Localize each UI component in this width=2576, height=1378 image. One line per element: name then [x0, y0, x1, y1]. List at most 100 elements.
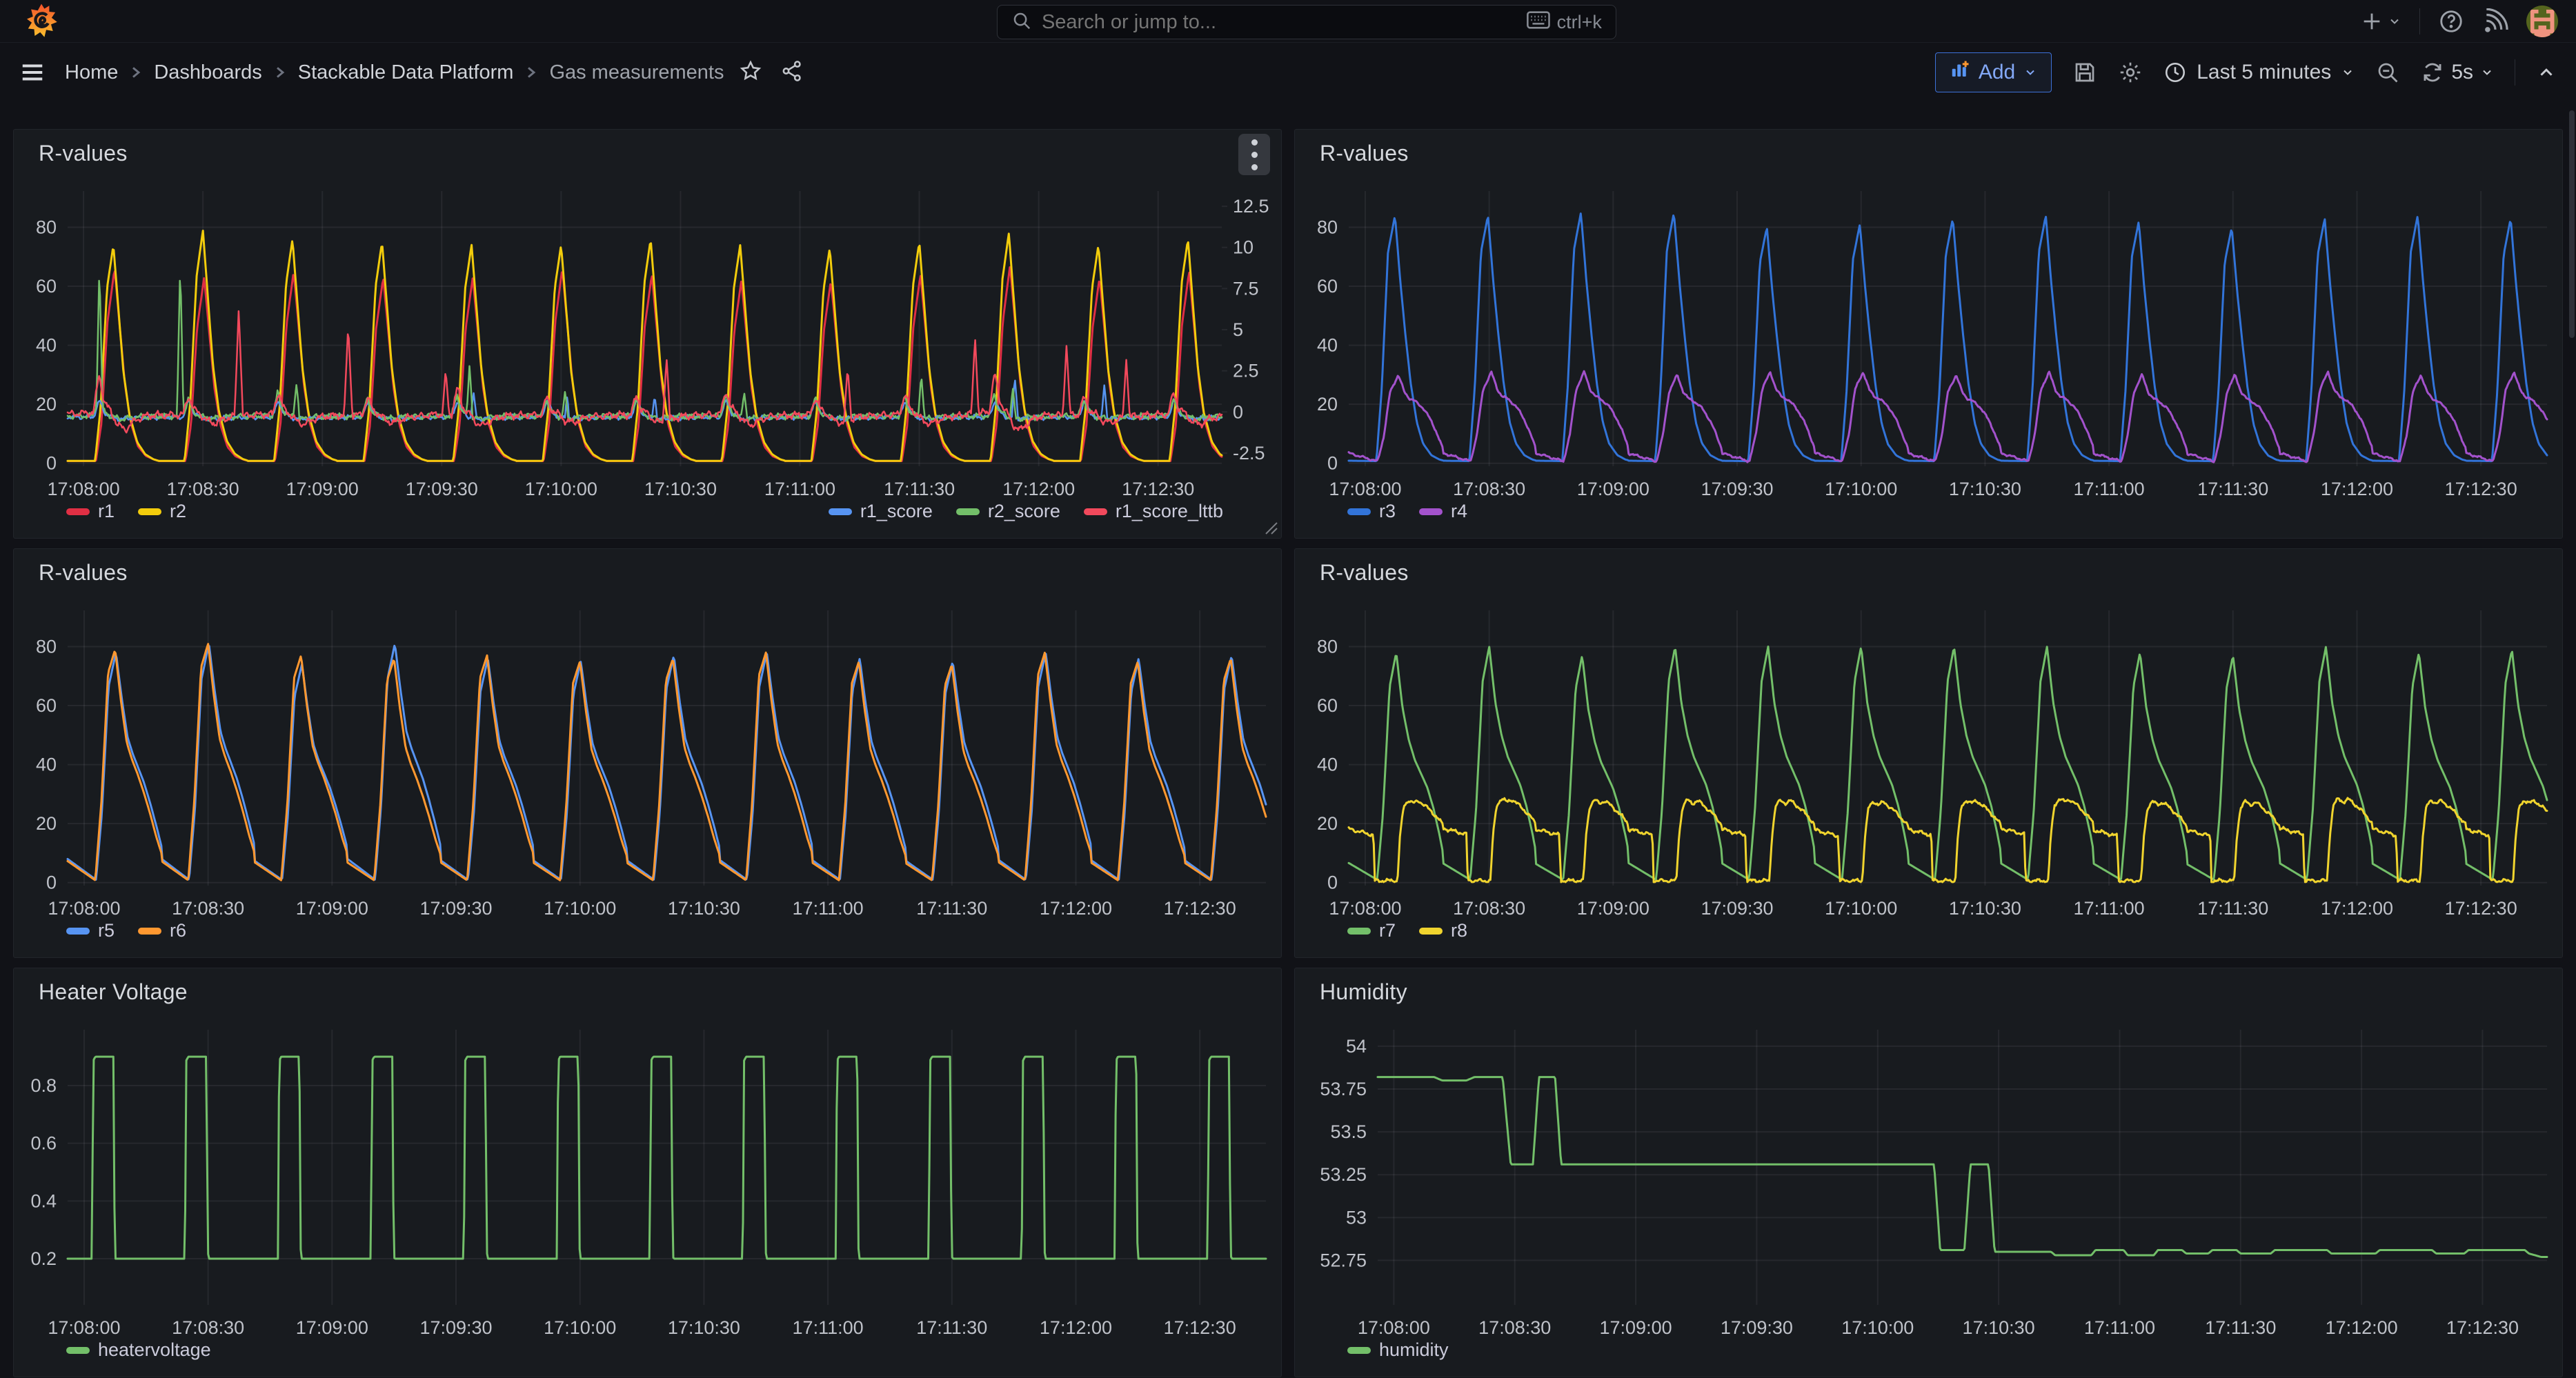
svg-text:17:10:30: 17:10:30 — [1949, 898, 2021, 919]
breadcrumb-dashboards[interactable]: Dashboards — [154, 61, 261, 84]
legend-item-r1_score_lttb[interactable]: r1_score_lttb — [1084, 501, 1223, 522]
svg-text:17:09:30: 17:09:30 — [406, 479, 478, 499]
svg-text:17:10:30: 17:10:30 — [1949, 479, 2021, 499]
new-button[interactable] — [2360, 10, 2401, 33]
news-rss-button[interactable] — [2482, 8, 2508, 34]
svg-text:20: 20 — [1317, 394, 1338, 415]
svg-text:60: 60 — [36, 276, 57, 297]
svg-text:0: 0 — [1327, 872, 1338, 893]
svg-text:17:09:30: 17:09:30 — [1701, 898, 1773, 919]
legend-swatch — [1419, 508, 1443, 515]
legend-swatch — [1347, 928, 1371, 935]
legend-swatch — [1347, 508, 1371, 515]
legend: r1 r2 r1_score r2_score r1_score_lttb — [14, 501, 1281, 531]
add-panel-button[interactable]: Add — [1935, 52, 2052, 92]
svg-text:17:12:00: 17:12:00 — [1040, 1317, 1112, 1338]
svg-text:17:12:30: 17:12:30 — [1164, 898, 1236, 919]
search-bar[interactable]: ctrl+k — [997, 5, 1616, 39]
legend-item-humidity[interactable]: humidity — [1347, 1339, 1449, 1361]
legend-item-r3[interactable]: r3 — [1347, 501, 1396, 522]
share-button[interactable] — [780, 59, 804, 86]
breadcrumb-home[interactable]: Home — [65, 61, 118, 84]
panel-r-values-1: R-values 02040608017:08:0017:08:3017:09:… — [1294, 129, 2563, 539]
refresh-picker[interactable]: 5s — [2421, 61, 2494, 84]
panel-r-values-2: R-values 02040608017:08:0017:08:3017:09:… — [13, 548, 1282, 958]
svg-text:0.8: 0.8 — [30, 1075, 57, 1096]
legend-swatch — [66, 1347, 90, 1354]
svg-text:52.75: 52.75 — [1320, 1250, 1367, 1270]
svg-text:17:10:00: 17:10:00 — [525, 479, 597, 499]
breadcrumb: Home Dashboards Stackable Data Platform … — [65, 61, 724, 84]
svg-text:17:10:00: 17:10:00 — [1841, 1317, 1914, 1338]
legend-label: r5 — [98, 920, 115, 941]
svg-text:53.5: 53.5 — [1330, 1121, 1367, 1142]
search-input[interactable] — [1042, 11, 1527, 34]
legend-item-r2_score[interactable]: r2_score — [956, 501, 1060, 522]
svg-text:0: 0 — [46, 453, 57, 474]
svg-text:17:10:00: 17:10:00 — [1825, 479, 1897, 499]
save-dashboard-button[interactable] — [2072, 60, 2097, 85]
svg-text:60: 60 — [1317, 276, 1338, 297]
legend-item-r5[interactable]: r5 — [66, 920, 115, 941]
legend-label: r1 — [98, 501, 115, 522]
legend-item-r6[interactable]: r6 — [138, 920, 186, 941]
panel-r-values-0: R-values 020406080-2.502.557.51012.517:0… — [13, 129, 1282, 539]
dashboard-settings-button[interactable] — [2118, 60, 2143, 85]
grafana-logo[interactable] — [22, 3, 62, 39]
favorite-star-button[interactable] — [739, 59, 762, 86]
legend-item-r7[interactable]: r7 — [1347, 920, 1396, 941]
panel-humidity-5: Humidity 52.755353.2553.553.755417:08:00… — [1294, 968, 2563, 1377]
svg-text:17:12:00: 17:12:00 — [1002, 479, 1075, 499]
svg-text:17:11:30: 17:11:30 — [2197, 898, 2268, 919]
svg-text:17:09:00: 17:09:00 — [286, 479, 359, 499]
svg-text:0: 0 — [46, 872, 57, 893]
breadcrumb-dashboard-title: Gas measurements — [549, 61, 724, 84]
legend-item-heatervoltage[interactable]: heatervoltage — [66, 1339, 211, 1361]
zoom-out-button[interactable] — [2375, 60, 2400, 85]
legend-item-r4[interactable]: r4 — [1419, 501, 1467, 522]
breadcrumb-folder[interactable]: Stackable Data Platform — [298, 61, 514, 84]
svg-text:40: 40 — [36, 755, 57, 775]
svg-text:17:09:00: 17:09:00 — [1577, 898, 1649, 919]
legend-item-r1[interactable]: r1 — [66, 501, 115, 522]
svg-text:17:11:00: 17:11:00 — [793, 1317, 864, 1338]
chevron-down-icon — [2341, 66, 2355, 79]
svg-text:60: 60 — [36, 695, 57, 716]
panel-resize-handle[interactable] — [1263, 520, 1278, 535]
svg-text:53.25: 53.25 — [1320, 1164, 1367, 1185]
legend-label: r1_score_lttb — [1116, 501, 1223, 522]
svg-text:17:12:30: 17:12:30 — [2445, 898, 2517, 919]
legend-item-r1_score[interactable]: r1_score — [829, 501, 933, 522]
legend-item-r2[interactable]: r2 — [138, 501, 186, 522]
svg-text:17:09:30: 17:09:30 — [419, 1317, 492, 1338]
dashboard-toolbar: Home Dashboards Stackable Data Platform … — [0, 43, 2576, 102]
mega-menu-toggle[interactable] — [19, 59, 46, 86]
scrollbar-thumb[interactable] — [2569, 110, 2575, 338]
divider — [2419, 8, 2420, 34]
svg-text:17:09:30: 17:09:30 — [1701, 479, 1773, 499]
collapse-toolbar-button[interactable] — [2536, 62, 2557, 83]
svg-text:20: 20 — [36, 813, 57, 834]
legend-label: r3 — [1379, 501, 1396, 522]
legend-item-r8[interactable]: r8 — [1419, 920, 1467, 941]
svg-text:17:08:00: 17:08:00 — [1358, 1317, 1430, 1338]
svg-text:17:11:30: 17:11:30 — [2197, 479, 2268, 499]
legend-swatch — [829, 508, 852, 515]
time-series-chart: 020406080-2.502.557.51012.517:08:0017:08… — [14, 130, 1282, 539]
user-avatar[interactable] — [2526, 6, 2558, 37]
svg-text:17:08:30: 17:08:30 — [172, 898, 244, 919]
svg-text:10: 10 — [1233, 237, 1254, 258]
chevron-up-icon — [2536, 62, 2557, 83]
svg-text:7.5: 7.5 — [1233, 278, 1259, 299]
time-range-picker[interactable]: Last 5 minutes — [2163, 61, 2355, 84]
svg-text:0.6: 0.6 — [30, 1133, 57, 1154]
svg-text:17:09:00: 17:09:00 — [1600, 1317, 1672, 1338]
svg-text:17:08:00: 17:08:00 — [48, 479, 120, 499]
svg-text:80: 80 — [1317, 217, 1338, 238]
legend-label: r2 — [170, 501, 186, 522]
svg-text:17:11:30: 17:11:30 — [2205, 1317, 2276, 1338]
svg-text:80: 80 — [1317, 637, 1338, 657]
help-button[interactable] — [2438, 8, 2464, 34]
legend-label: heatervoltage — [98, 1339, 211, 1361]
legend-label: r2_score — [988, 501, 1060, 522]
